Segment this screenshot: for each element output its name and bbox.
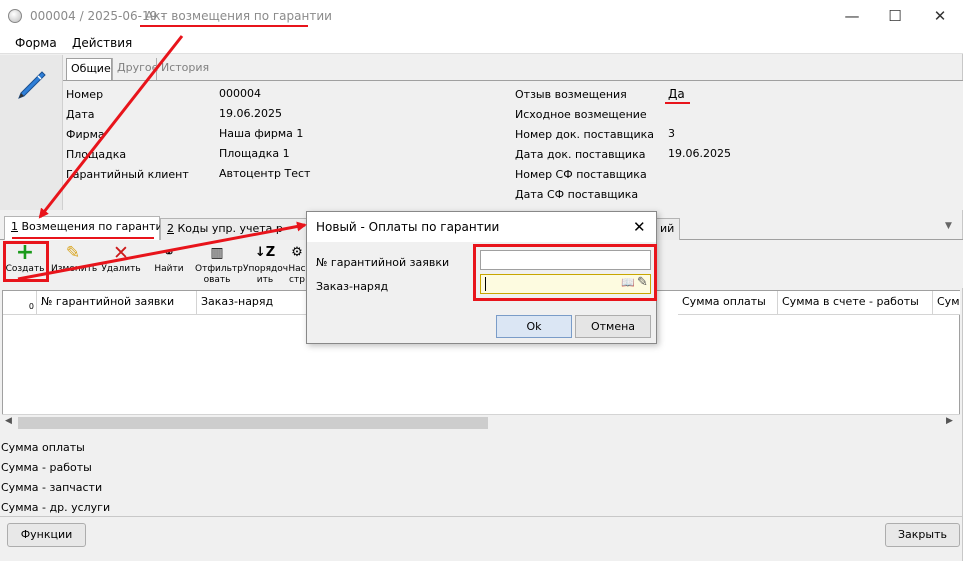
arrow-title-to-tab [38, 35, 184, 219]
arrow-create-to-dialog [17, 221, 307, 281]
annotation-arrows [17, 35, 307, 281]
